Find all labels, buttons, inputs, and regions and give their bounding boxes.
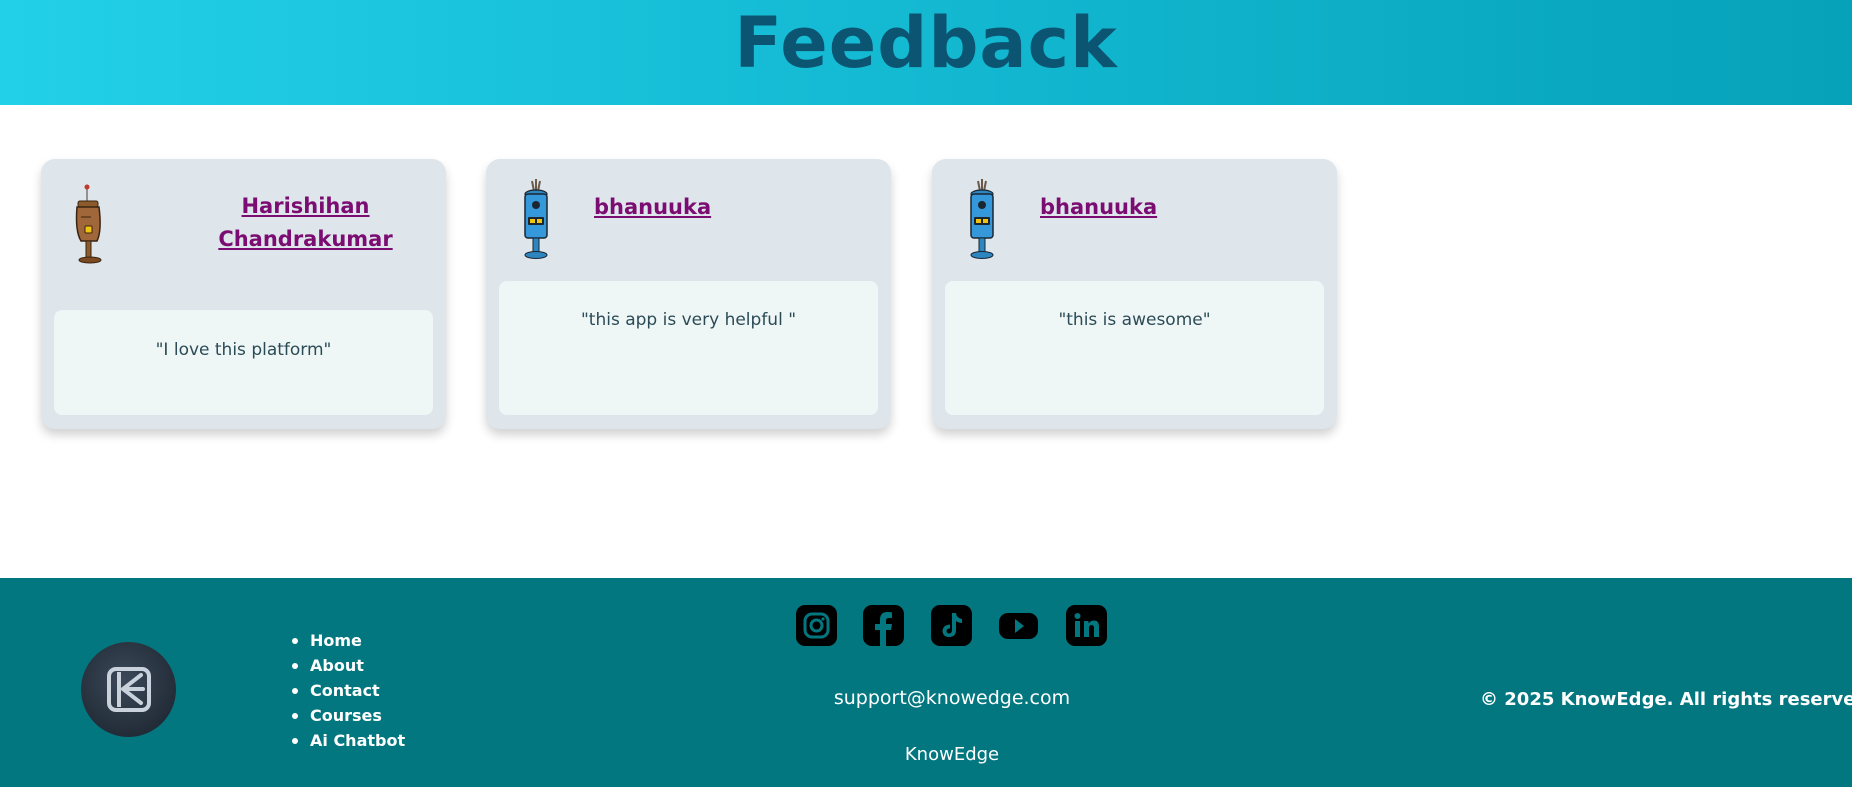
footer-link-home[interactable]: Home	[310, 631, 362, 650]
footer-nav-item-contact: Contact	[287, 678, 405, 703]
feedback-card: bhanuuka "this app is very helpful "	[486, 159, 891, 429]
footer-nav-item-about: About	[287, 653, 405, 678]
site-footer: Home About Contact Courses Ai Chatbot su…	[0, 578, 1852, 787]
instagram-icon[interactable]	[796, 605, 837, 646]
author-name-line: Chandrakumar	[218, 227, 393, 251]
feedback-comment: "this is awesome"	[1058, 310, 1211, 330]
footer-link-courses[interactable]: Courses	[310, 706, 382, 725]
comment-box: "this app is very helpful "	[499, 281, 878, 415]
brown-robot-avatar	[75, 184, 102, 264]
feedback-author-link[interactable]: bhanuuka	[594, 191, 711, 224]
comment-box: "this is awesome"	[945, 281, 1324, 415]
blue-robot-avatar	[524, 179, 548, 259]
footer-link-ai-chatbot[interactable]: Ai Chatbot	[310, 731, 405, 750]
knowedge-logo[interactable]	[81, 642, 176, 737]
feedback-author-link[interactable]: Harishihan Chandrakumar	[204, 190, 407, 256]
footer-nav-item-ai-chatbot: Ai Chatbot	[287, 728, 405, 753]
page-title: Feedback	[734, 2, 1118, 84]
footer-brand-name: KnowEdge	[904, 744, 1000, 765]
tiktok-icon[interactable]	[931, 605, 972, 646]
youtube-icon[interactable]	[998, 605, 1039, 646]
feedback-card: Harishihan Chandrakumar "I love this pla…	[41, 159, 446, 429]
footer-nav-item-courses: Courses	[287, 703, 405, 728]
footer-nav-item-home: Home	[287, 628, 405, 653]
author-name-line: Harishihan	[241, 194, 370, 218]
comment-box: "I love this platform"	[54, 310, 433, 415]
linkedin-icon[interactable]	[1066, 605, 1107, 646]
copyright-text: © 2025 KnowEdge. All rights reserved.	[1480, 689, 1852, 710]
logo-mark-icon	[107, 667, 151, 712]
support-email-link[interactable]: support@knowedge.com	[752, 687, 1152, 709]
facebook-icon[interactable]	[863, 605, 904, 646]
feedback-comment: "this app is very helpful "	[580, 310, 797, 330]
feedback-comment: "I love this platform"	[155, 340, 332, 360]
footer-link-contact[interactable]: Contact	[310, 681, 380, 700]
footer-nav: Home About Contact Courses Ai Chatbot	[287, 628, 405, 753]
footer-link-about[interactable]: About	[310, 656, 364, 675]
blue-robot-avatar	[970, 179, 994, 259]
page-header: Feedback	[0, 0, 1852, 105]
feedback-card: bhanuuka "this is awesome"	[932, 159, 1337, 429]
feedback-author-link[interactable]: bhanuuka	[1040, 191, 1157, 224]
